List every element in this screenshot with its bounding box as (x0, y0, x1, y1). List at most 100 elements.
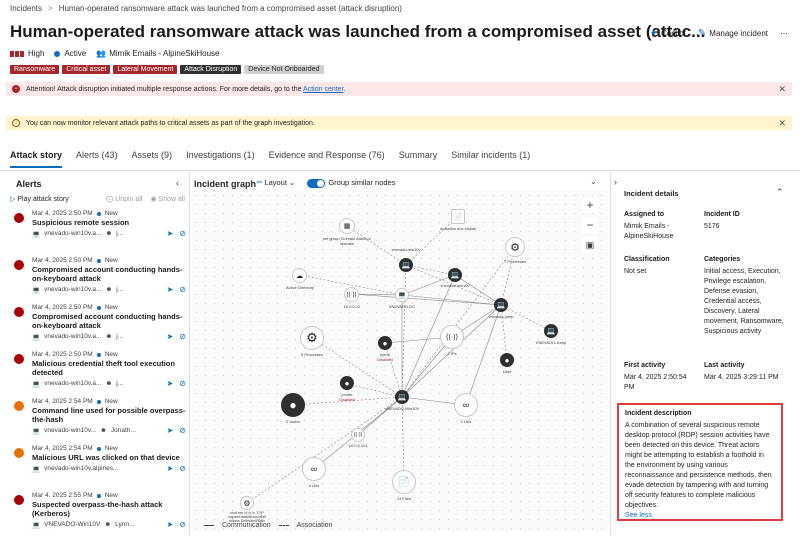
unpin-all-button[interactable]: ⨀ Unpin all (106, 195, 142, 203)
node-label: VNEVADO-DC (388, 304, 416, 309)
pin-icon[interactable]: ➤ (167, 332, 174, 341)
node-label: vnevado-win10v (391, 247, 421, 252)
node-label: 2 Users (286, 419, 300, 424)
pin-icon[interactable]: ➤ (167, 229, 174, 238)
tab-investigations[interactable]: Investigations (1) (186, 150, 255, 168)
device-node-icon[interactable]: 💻 (494, 298, 508, 312)
cmd-node-icon[interactable]: ▦ (339, 218, 355, 234)
severity-high-icon (14, 354, 24, 364)
tab-assets[interactable]: Assets (9) (132, 150, 173, 168)
user-node-icon[interactable]: ● (340, 376, 354, 390)
pin-icon[interactable]: ➤ (167, 520, 174, 529)
tab-attack-story[interactable]: Attack story (10, 150, 63, 168)
tab-alerts[interactable]: Alerts (43) (76, 150, 118, 168)
node-label: net group 'Domain Admin s' /domain (322, 236, 372, 246)
user-node-icon[interactable]: ● (378, 336, 392, 350)
hide-icon[interactable]: ⊘ (179, 332, 186, 341)
status-dot-icon (96, 211, 101, 216)
list-item[interactable]: Mar 4, 2025 2:50 PM New Compromised accou… (8, 304, 186, 351)
manage-incident-button[interactable]: ✎ Manage incident (698, 28, 768, 39)
status-dot-icon (96, 446, 101, 451)
list-item[interactable]: Mar 4, 2025 2:50 PM New Suspicious remote… (8, 210, 186, 257)
link-node-icon[interactable]: ∞ (454, 393, 478, 417)
hide-icon[interactable]: ⊘ (179, 520, 186, 529)
device-node-icon[interactable]: 💻 (395, 390, 409, 404)
node-label: VNEVADO-Jump (535, 340, 567, 345)
device-node-icon[interactable]: 💻 (395, 288, 409, 302)
device-node-icon[interactable]: 💻 (544, 324, 558, 338)
unpin-icon: ⨀ (106, 196, 114, 203)
severity-high-icon (14, 213, 24, 223)
file-node-icon[interactable]: 📄 (451, 209, 465, 224)
list-item[interactable]: Mar 4, 2025 2:50 PM New Compromised accou… (8, 257, 186, 304)
group-similar-toggle[interactable]: Group similar nodes (307, 178, 395, 188)
chevron-up-icon[interactable]: ⌃ (776, 187, 784, 198)
breadcrumb-separator: > (48, 4, 53, 13)
pin-icon[interactable]: ➤ (167, 426, 174, 435)
show-all-button[interactable]: ◉ Show all (150, 195, 185, 203)
hide-icon[interactable]: ⊘ (179, 379, 186, 388)
graph-edge (401, 294, 502, 306)
ip-node-icon[interactable]: ((·)) (344, 287, 359, 302)
node-label: 2 Urls (460, 419, 472, 424)
close-icon[interactable]: ✕ (778, 84, 786, 95)
pin-icon[interactable]: ➤ (167, 464, 174, 473)
chevron-down-icon[interactable]: ⌄ (590, 177, 597, 186)
user-icon: ☻ (104, 521, 112, 528)
first-activity: First activity Mar 4, 2025 2:50:54 PM (624, 362, 687, 391)
copilot-button[interactable]: ✦ Copilot (650, 28, 686, 39)
node-label: 10.0.0.12 (343, 304, 361, 309)
breadcrumb: Incidents > Human-operated ransomware at… (10, 4, 402, 13)
node-label: Active Directory (285, 285, 315, 290)
zoom-out-icon[interactable]: − (582, 217, 598, 233)
cloud-node-icon[interactable]: ☁ (292, 268, 307, 283)
hide-icon[interactable]: ⊘ (179, 426, 186, 435)
hide-icon[interactable]: ⊘ (179, 464, 186, 473)
hide-icon[interactable]: ⊘ (179, 229, 186, 238)
tag-attack-disruption: Attack Disruption (180, 65, 242, 74)
users-node-icon[interactable]: ● (281, 393, 305, 417)
layout-button[interactable]: ⚰ Layout ⌄ (256, 178, 295, 187)
gear-node-icon[interactable]: ⚙ (240, 496, 254, 510)
node-status: Disabled (377, 357, 393, 362)
list-item[interactable]: Mar 4, 2025 2:54 PM New Command line used… (8, 398, 186, 445)
list-item[interactable]: Mar 4, 2025 2:55 PM New Suspected overpas… (8, 492, 186, 536)
tab-evidence[interactable]: Evidence and Response (76) (269, 150, 385, 168)
zoom-in-icon[interactable]: + (582, 197, 598, 213)
pin-icon[interactable]: ➤ (167, 379, 174, 388)
tab-summary[interactable]: Summary (399, 150, 438, 168)
pin-icon[interactable]: ➤ (167, 285, 174, 294)
fit-screen-icon[interactable]: ▣ (582, 237, 598, 253)
alert-list: Mar 4, 2025 2:50 PM New Suspicious remote… (8, 210, 186, 536)
user-icon: ☻ (100, 427, 107, 434)
ip-node-icon[interactable]: ((·)) (351, 428, 365, 442)
more-button[interactable]: ⋯ (780, 29, 788, 38)
association-legend-icon (278, 525, 289, 526)
play-attack-story-button[interactable]: ▷ Play attack story (10, 195, 69, 203)
tag-device-not-onboarded: Device Not Onboarded (244, 65, 324, 74)
severity-bars-icon (10, 50, 24, 57)
device-node-icon[interactable]: 💻 (399, 258, 413, 272)
details-divider (610, 172, 611, 536)
graph-edge (246, 396, 403, 504)
see-less-link[interactable]: See less (625, 511, 775, 521)
gear-node-icon[interactable]: ⚙ (300, 326, 324, 350)
user-node-icon[interactable]: ● (500, 353, 514, 367)
expand-right-icon[interactable]: › (614, 177, 617, 187)
collapse-left-icon[interactable]: ‹ (176, 178, 179, 188)
ip-node-icon[interactable]: ((·)) (440, 325, 464, 349)
device-node-icon[interactable]: 💻 (448, 268, 462, 282)
hide-icon[interactable]: ⊘ (179, 285, 186, 294)
gear-node-icon[interactable]: ⚙ (505, 237, 525, 257)
list-item[interactable]: Mar 4, 2025 2:50 PM New Malicious credent… (8, 351, 186, 398)
file-node-icon[interactable]: 📄 (392, 470, 416, 494)
action-center-link[interactable]: Action center (303, 86, 343, 93)
list-item[interactable]: Mar 4, 2025 2:54 PM New Malicious URL was… (8, 445, 186, 492)
zoom-controls: + − ▣ (582, 197, 598, 253)
close-icon[interactable]: ✕ (778, 118, 786, 129)
severity-medium-icon (14, 448, 24, 458)
breadcrumb-incidents[interactable]: Incidents (10, 4, 42, 13)
tab-similar-incidents[interactable]: Similar incidents (1) (451, 150, 530, 168)
incident-graph[interactable]: ▦ net group 'Domain Admin s' /domain 📄 d… (192, 191, 608, 531)
link-node-icon[interactable]: ∞ (302, 457, 326, 481)
